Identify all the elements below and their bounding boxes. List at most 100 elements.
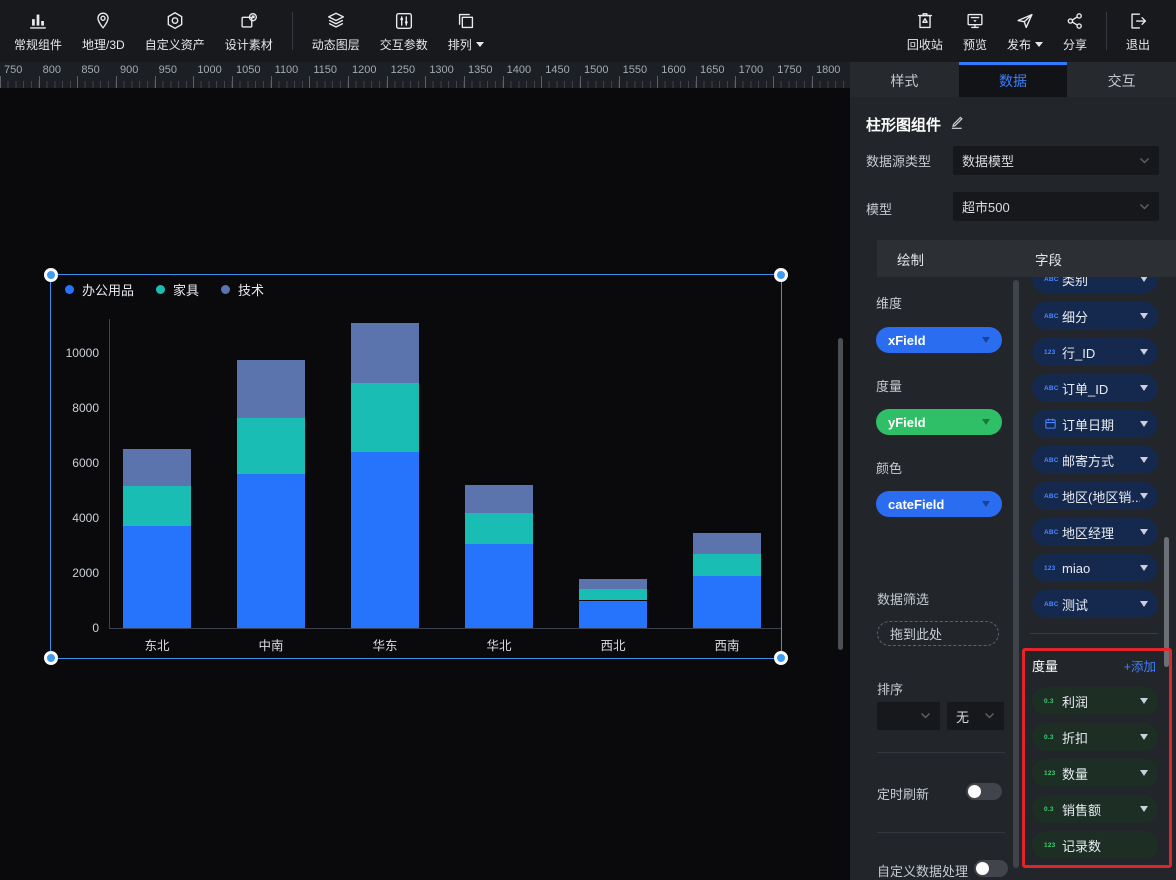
toolbar-button-dynamic-layers[interactable]: 动态图层 [302, 0, 370, 62]
bar-segment[interactable] [237, 360, 305, 418]
ruler-major-tick [464, 76, 465, 88]
bar-segment[interactable] [465, 513, 533, 545]
bar-segment[interactable] [351, 323, 419, 384]
ruler-number: 1150 [313, 64, 337, 76]
chevron-down-icon [1140, 421, 1148, 427]
field-label: 地区(地区销... [1062, 487, 1140, 506]
field-type-badge: ABC [1044, 529, 1062, 536]
x-axis-category-label: 华北 [465, 635, 533, 654]
ruler-major-tick [39, 76, 40, 88]
bar-segment[interactable] [465, 485, 533, 513]
panel-tab-data[interactable]: 数据 [959, 62, 1068, 97]
chevron-down-icon [1140, 698, 1148, 704]
toolbar-button-preview[interactable]: 预览 [953, 0, 997, 62]
toolbar-button-custom-assets[interactable]: 自定义资产 [135, 0, 215, 62]
x-axis-line [109, 628, 781, 629]
bar-segment[interactable] [123, 526, 191, 628]
dimension-field-value: xField [888, 333, 926, 348]
ruler-cell: 850 [77, 62, 116, 88]
ruler-major-tick [696, 76, 697, 88]
field-pill[interactable]: ABC细分 [1032, 302, 1158, 330]
ruler-major-tick [232, 76, 233, 88]
measure-label: 度量 [876, 376, 902, 395]
bar-segment[interactable] [579, 579, 647, 589]
sort-order-select[interactable]: 无 [947, 702, 1004, 730]
toolbar-button-arrange[interactable]: 排列 [438, 0, 494, 62]
bar-segment[interactable] [579, 601, 647, 629]
measure-pill[interactable]: 123记录数 [1032, 831, 1158, 859]
field-pill[interactable]: 123miao [1032, 554, 1158, 582]
measure-pill[interactable]: 123数量 [1032, 759, 1158, 787]
field-pill[interactable]: ABC地区(地区销... [1032, 482, 1158, 510]
datasource-type-select[interactable]: 数据模型 [953, 146, 1159, 175]
shape-circle-icon [238, 10, 260, 32]
ruler-major-tick [193, 76, 194, 88]
toolbar-button-design-assets[interactable]: 设计素材 [215, 0, 283, 62]
auto-refresh-label: 定时刷新 [877, 784, 929, 803]
measure-type-badge: 0.3 [1044, 734, 1062, 741]
measure-pill[interactable]: 0.3销售额 [1032, 795, 1158, 823]
add-measure-button[interactable]: +添加 [1124, 656, 1156, 675]
custom-data-toggle[interactable] [974, 860, 1008, 877]
panel-tab-interaction[interactable]: 交互 [1067, 62, 1176, 97]
chevron-down-icon [1140, 313, 1148, 319]
share-icon [1064, 10, 1086, 32]
measure-pill[interactable]: 0.3利润 [1032, 687, 1158, 715]
model-select[interactable]: 超市500 [953, 192, 1159, 221]
measure-label: 折扣 [1062, 728, 1140, 747]
bar-segment[interactable] [693, 533, 761, 554]
chevron-down-icon [1140, 565, 1148, 571]
design-canvas[interactable]: 办公用品家具技术 0200040006000800010000东北中南华东华北西… [0, 88, 850, 880]
toolbar-button-label: 地理/3D [82, 36, 125, 53]
measure-field-pill[interactable]: yField [876, 409, 1002, 435]
bar-segment[interactable] [351, 452, 419, 628]
ruler-cell: 1400 [503, 62, 542, 88]
ruler-cell: 750 [0, 62, 39, 88]
field-pill[interactable]: 123行_ID [1032, 338, 1158, 366]
field-pill[interactable]: ABC测试 [1032, 590, 1158, 618]
bar-segment[interactable] [123, 449, 191, 486]
draw-panel-scrollbar[interactable] [1013, 280, 1019, 868]
toolbar-button-interaction-params[interactable]: 交互参数 [370, 0, 438, 62]
ruler-minor-ticks [464, 81, 503, 88]
edit-icon[interactable] [949, 115, 964, 134]
auto-refresh-toggle[interactable] [966, 783, 1002, 800]
field-list-scrollbar[interactable] [1164, 537, 1169, 667]
toolbar-button-components[interactable]: 常规组件 [4, 0, 72, 62]
sub-tab-draw[interactable]: 绘制 [897, 240, 924, 277]
bar-segment[interactable] [579, 589, 647, 601]
toolbar-button-recycle-bin[interactable]: 回收站 [897, 0, 953, 62]
toolbar-button-geo-3d[interactable]: 地理/3D [72, 0, 135, 62]
bar-segment[interactable] [237, 418, 305, 474]
bar-segment[interactable] [351, 383, 419, 452]
measure-pill[interactable]: 0.3折扣 [1032, 723, 1158, 751]
field-pill[interactable]: ABC类别 [1032, 277, 1158, 293]
toolbar-button-publish[interactable]: 发布 [997, 0, 1053, 62]
bar-segment[interactable] [123, 486, 191, 526]
sub-tab-fields[interactable]: 字段 [1035, 240, 1062, 277]
field-label: 行_ID [1062, 343, 1140, 362]
toolbar-button-share[interactable]: 分享 [1053, 0, 1097, 62]
panel-tab-style[interactable]: 样式 [850, 62, 959, 97]
bar-segment[interactable] [465, 544, 533, 628]
bar-segment[interactable] [693, 554, 761, 576]
field-list: ABC类别ABC细分123行_IDABC订单_ID订单日期ABC邮寄方式ABC地… [1028, 277, 1168, 872]
color-field-pill[interactable]: cateField [876, 491, 1002, 517]
sort-field-select[interactable] [877, 702, 940, 730]
dimension-field-pill[interactable]: xField [876, 327, 1002, 353]
bar-segment[interactable] [693, 576, 761, 628]
chevron-down-icon [1140, 806, 1148, 812]
field-pill[interactable]: 订单日期 [1032, 410, 1158, 438]
canvas-scrollbar[interactable] [838, 338, 843, 650]
divider [877, 832, 1005, 833]
field-pill[interactable]: ABC订单_ID [1032, 374, 1158, 402]
chart-component[interactable]: 办公用品家具技术 0200040006000800010000东北中南华东华北西… [50, 274, 782, 659]
field-pill[interactable]: ABC地区经理 [1032, 518, 1158, 546]
chevron-down-icon [984, 712, 995, 720]
ruler-minor-ticks [39, 81, 78, 88]
field-pill[interactable]: ABC邮寄方式 [1032, 446, 1158, 474]
bar-segment[interactable] [237, 474, 305, 628]
filter-drop-zone[interactable]: 拖到此处 [877, 621, 999, 646]
toolbar-button-exit[interactable]: 退出 [1116, 0, 1160, 62]
color-field-value: cateField [888, 497, 944, 512]
